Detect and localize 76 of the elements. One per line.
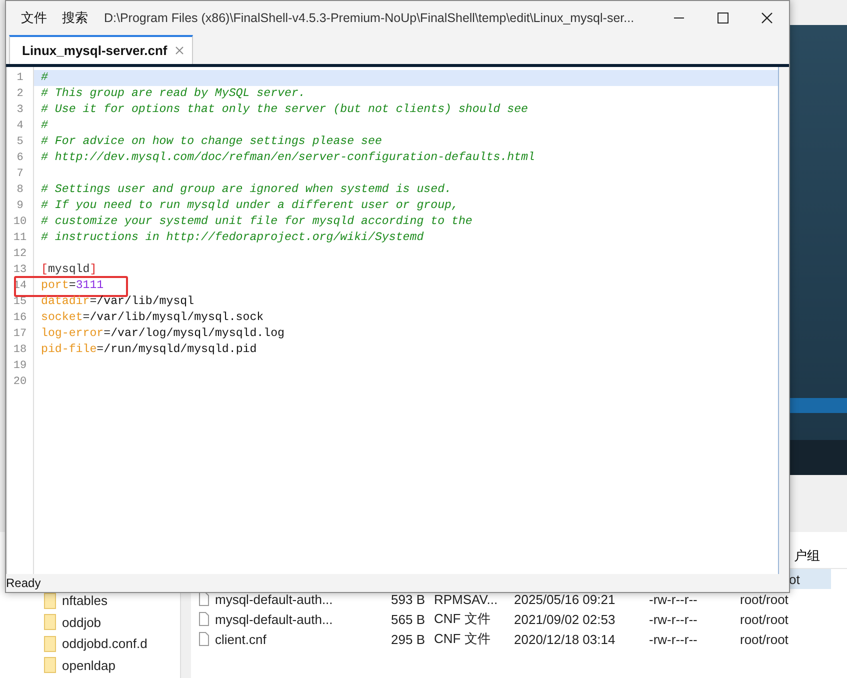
code-line: pid-file=/run/mysqld/mysqld.pid xyxy=(40,342,258,358)
folder-item[interactable]: oddjob xyxy=(0,612,180,633)
code-line: # http://dev.mysql.com/doc/refman/en/server-configuration-defaults.html xyxy=(40,150,536,166)
folder-item[interactable]: nftables xyxy=(0,590,180,612)
file-type: CNF 文件 xyxy=(434,610,492,628)
line-number: 2 xyxy=(16,87,24,102)
code-line: # For advice on how to change settings please see xyxy=(40,134,383,150)
file-permissions: -rw-r--r-- xyxy=(649,612,698,626)
file-date: 2025/05/16 09:21 xyxy=(514,592,616,606)
file-size: 295 B xyxy=(390,632,425,646)
code-line: [mysqld] xyxy=(40,262,98,278)
line-number: 5 xyxy=(16,135,24,150)
file-owner: root/root xyxy=(740,612,788,626)
line-number: 11 xyxy=(12,231,28,246)
line-number: 18 xyxy=(12,343,28,358)
column-header[interactable]: 户组 xyxy=(794,547,820,565)
file-owner: root/root xyxy=(740,592,788,606)
folder-icon xyxy=(44,657,56,674)
file-permissions: -rw-r--r-- xyxy=(649,592,698,606)
file-size: 565 B xyxy=(390,612,425,626)
code-line: # Use it for options that only the server (but not clients) should see xyxy=(40,102,530,118)
file-tab[interactable]: Linux_mysql-server.cnf xyxy=(9,35,194,64)
menu-item[interactable]: 文件 xyxy=(21,6,47,28)
file-size: 593 B xyxy=(390,592,425,606)
file-row[interactable]: ot xyxy=(789,569,831,589)
folder-item[interactable]: openldap xyxy=(0,654,180,676)
file-permissions: -rw-r--r-- xyxy=(649,632,698,646)
line-number: 3 xyxy=(16,103,24,118)
file-date: 2020/12/18 03:14 xyxy=(514,632,616,646)
code-line: # xyxy=(40,118,49,134)
code-line: log-error=/var/log/mysql/mysqld.log xyxy=(40,326,286,342)
file-row[interactable]: client.cnf 295 B CNF 文件 2020/12/18 03:14 -rw-r--r-- root/root xyxy=(191,629,831,649)
line-number: 12 xyxy=(12,247,28,262)
code-line: # instructions in http://fedoraproject.org/wiki/Systemd xyxy=(40,230,425,246)
code-line: # If you need to run mysqld under a different user or group, xyxy=(40,198,460,214)
file-type: RPMSAV... xyxy=(434,592,499,606)
folder-icon xyxy=(44,636,56,652)
file-icon xyxy=(199,632,209,646)
file-name: mysql-default-auth... xyxy=(215,612,334,626)
line-number: 19 xyxy=(12,359,28,374)
code-line: # Settings user and group are ignored when systemd is used. xyxy=(40,182,452,198)
file-type: CNF 文件 xyxy=(434,630,492,648)
line-number: 9 xyxy=(16,199,24,214)
file-date: 2021/09/02 02:53 xyxy=(514,612,616,626)
file-icon xyxy=(199,612,209,626)
close-icon xyxy=(761,12,773,24)
line-number: 6 xyxy=(16,151,24,166)
file-owner: ot xyxy=(789,572,800,586)
line-number: 20 xyxy=(12,375,28,390)
file-row[interactable]: mysql-default-auth... 593 B RPMSAV... 2025/05/16 09:21 -rw-r--r-- root/root xyxy=(191,589,831,609)
file-name: mysql-default-auth... xyxy=(215,592,334,606)
close-icon[interactable] xyxy=(175,46,184,55)
line-number: 17 xyxy=(12,327,28,342)
file-owner: root/root xyxy=(740,632,788,646)
folder-item[interactable]: oddjobd.conf.d xyxy=(0,633,180,654)
code-line: datadir=/var/lib/mysql xyxy=(40,294,196,310)
line-number: 16 xyxy=(12,311,28,326)
maximize-icon xyxy=(717,12,729,24)
line-number: 13 xyxy=(12,263,28,278)
line-number: 15 xyxy=(12,295,28,310)
code-line: port=3111 xyxy=(34,278,778,294)
folder-icon xyxy=(44,592,56,609)
status-text: Ready xyxy=(6,576,41,590)
window-title: D:\Program Files (x86)\FinalShell-v4.5.3-Premium-NoUp\FinalShell\temp\edit\Linux_mysql-ser... xyxy=(104,10,634,24)
line-number: 4 xyxy=(16,119,24,134)
menu-item[interactable]: 搜索 xyxy=(62,6,88,28)
line-number: 7 xyxy=(16,167,24,182)
folder-icon xyxy=(44,614,56,630)
line-number: 1 xyxy=(16,71,24,86)
code-line: socket=/var/lib/mysql/mysql.sock xyxy=(40,310,265,326)
file-name: client.cnf xyxy=(215,632,268,646)
code-line: # customize your systemd unit file for mysqld according to the xyxy=(40,214,474,230)
line-number: 8 xyxy=(16,183,24,198)
file-row[interactable]: mysql-default-auth... 565 B CNF 文件 2021/09/02 02:53 -rw-r--r-- root/root xyxy=(191,609,831,629)
code-line: # This group are read by MySQL server. xyxy=(40,86,306,102)
line-number: 10 xyxy=(12,215,28,230)
